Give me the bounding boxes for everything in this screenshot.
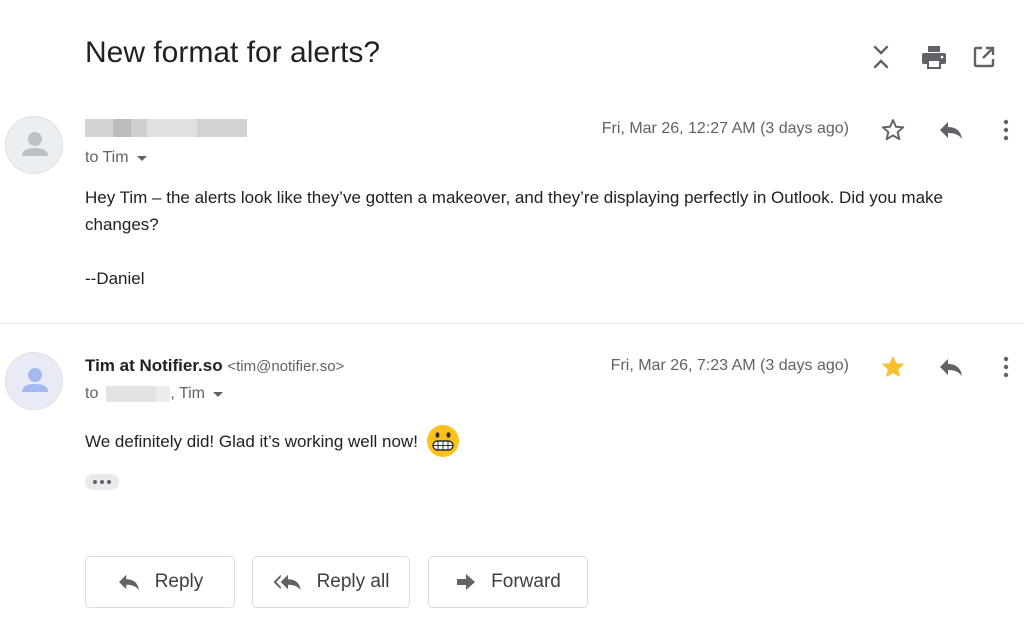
reply-button-label: Reply xyxy=(154,571,204,592)
open-in-new-window-icon[interactable] xyxy=(967,40,1001,74)
forward-icon xyxy=(457,574,476,590)
reply-icon xyxy=(118,574,139,591)
avatar[interactable] xyxy=(5,116,63,174)
person-icon xyxy=(22,132,48,156)
recipient-redacted xyxy=(106,386,157,402)
forward-button[interactable]: Forward xyxy=(428,556,588,608)
star-filled-icon[interactable] xyxy=(876,350,910,384)
sender-line: Tim at Notifier.so <tim@notifier.so> xyxy=(85,356,344,376)
reply-all-icon xyxy=(273,574,301,591)
star-outline-icon[interactable] xyxy=(876,113,910,147)
show-trimmed-content-button[interactable] xyxy=(85,474,119,490)
grinning-face-emoji-icon xyxy=(426,424,460,458)
more-options-icon[interactable] xyxy=(989,350,1023,384)
reply-icon[interactable] xyxy=(934,113,968,147)
reply-all-button-label: Reply all xyxy=(316,571,390,592)
recipients-suffix: , Tim xyxy=(170,385,206,402)
more-options-icon[interactable] xyxy=(989,113,1023,147)
sender-name[interactable]: Tim at Notifier.so xyxy=(85,356,223,375)
thread-toolbar xyxy=(864,40,1024,76)
expand-collapse-icon[interactable] xyxy=(864,40,898,74)
reply-button[interactable]: Reply xyxy=(85,556,235,608)
email-subject: New format for alerts? xyxy=(85,36,381,69)
show-details-caret-icon[interactable] xyxy=(213,391,224,397)
message-body-text: We definitely did! Glad it’s working wel… xyxy=(85,431,418,451)
show-details-caret-icon[interactable] xyxy=(136,155,147,161)
reply-all-button[interactable]: Reply all xyxy=(252,556,410,608)
message-date: Fri, Mar 26, 7:23 AM (3 days ago) xyxy=(610,357,849,374)
message-body: Hey Tim – the alerts look like they’ve g… xyxy=(85,184,985,292)
print-icon[interactable] xyxy=(917,40,951,74)
sender-email: <tim@notifier.so> xyxy=(227,358,345,375)
message-signature: --Daniel xyxy=(85,269,145,288)
forward-button-label: Forward xyxy=(491,571,561,592)
person-icon xyxy=(22,368,48,392)
recipients-line: to , Tim xyxy=(85,385,224,403)
message-body: We definitely did! Glad it’s working wel… xyxy=(85,424,985,458)
recipients-prefix: to xyxy=(85,385,99,402)
sender-name-redacted xyxy=(85,117,247,137)
message-body-text: Hey Tim – the alerts look like they’ve g… xyxy=(85,188,943,234)
message-divider xyxy=(0,323,1024,324)
recipients-line: to Tim xyxy=(85,149,147,167)
reply-icon[interactable] xyxy=(934,350,968,384)
recipients-label: to Tim xyxy=(85,149,129,166)
message-date: Fri, Mar 26, 12:27 AM (3 days ago) xyxy=(601,120,849,137)
avatar[interactable] xyxy=(5,352,63,410)
